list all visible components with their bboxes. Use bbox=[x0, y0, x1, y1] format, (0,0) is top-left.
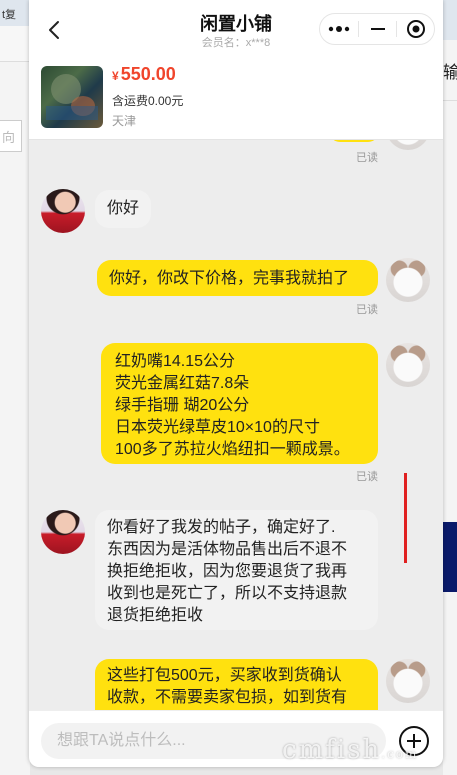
red-annotation-mark bbox=[404, 473, 407, 563]
message-bubble-partial bbox=[329, 140, 379, 142]
mini-program-window: 闲置小铺 会员名：x***8 ¥550.00 含运费0.00元 天津 已读 你好… bbox=[29, 0, 443, 767]
message-list[interactable]: 已读 你好 你好，你改下价格，完事我就拍了 已读 红奶嘴14.15公分 荧光金属… bbox=[29, 140, 443, 710]
message-line: 红奶嘴14.15公分 bbox=[115, 353, 236, 370]
background-right-tab bbox=[443, 0, 457, 40]
avatar[interactable] bbox=[41, 510, 85, 554]
product-price: ¥550.00 bbox=[112, 64, 176, 84]
message-bubble: 这些打包500元，买家收到货确认 收款，不需要卖家包损，如到货有 bbox=[95, 659, 378, 710]
message-bubble: 你好 bbox=[95, 190, 152, 228]
message-line: 换拒绝拒收，因为您要退货了我再 bbox=[107, 563, 348, 580]
background-right-window: 输 bbox=[443, 0, 457, 775]
close-target-icon bbox=[407, 20, 425, 38]
message-line: 这些打包500元，买家收到货确认 bbox=[107, 667, 342, 684]
watermark-logo: cmfish.com bbox=[282, 735, 419, 765]
capsule-menu bbox=[319, 13, 435, 45]
message-bubble: 红奶嘴14.15公分 荧光金属红菇7.8朵 绿手指珊 瑚20公分 日本荧光绿草皮… bbox=[101, 343, 378, 464]
close-button[interactable] bbox=[397, 14, 435, 44]
message-line: 退货拒绝拒收 bbox=[107, 607, 204, 624]
background-toolbar bbox=[0, 26, 30, 62]
shipping-info: 含运费0.00元 bbox=[112, 94, 184, 108]
message-line: 日本荧光绿草皮10×10的尺寸 bbox=[115, 419, 320, 436]
message-line: 荧光金属红菇7.8朵 bbox=[115, 375, 250, 392]
chat-header: 闲置小铺 会员名：x***8 ¥550.00 含运费0.00元 天津 bbox=[29, 0, 443, 140]
read-status: 已读 bbox=[356, 304, 378, 316]
minimize-button[interactable] bbox=[359, 14, 397, 44]
message-bubble: 你看好了我发的帖子，确定好了. 东西因为是活体物品售出后不退不 换拒绝拒收，因为… bbox=[95, 510, 378, 630]
more-button[interactable] bbox=[320, 14, 358, 44]
read-status: 已读 bbox=[356, 471, 378, 483]
message-line: 收款，不需要卖家包损，如到货有 bbox=[107, 689, 348, 706]
background-blue-panel bbox=[443, 522, 457, 592]
message-line: 绿手指珊 瑚20公分 bbox=[115, 397, 250, 414]
avatar[interactable] bbox=[386, 140, 430, 150]
avatar[interactable] bbox=[386, 343, 430, 387]
background-left-window: t复 向 bbox=[0, 0, 30, 775]
product-location: 天津 bbox=[112, 114, 137, 128]
product-thumbnail[interactable] bbox=[41, 66, 103, 128]
message-line: 100多了苏拉火焰纽扣一颗成景。 bbox=[115, 441, 350, 458]
minimize-icon bbox=[371, 28, 385, 30]
message-line: 东西因为是活体物品售出后不退不 bbox=[107, 541, 348, 558]
message-line: 收到也是死亡了，所以不支持退款 bbox=[107, 585, 348, 602]
message-line: 你看好了我发的帖子，确定好了. bbox=[107, 519, 336, 536]
avatar[interactable] bbox=[386, 258, 430, 302]
background-tab: t复 bbox=[0, 0, 30, 26]
more-dots-icon bbox=[328, 26, 350, 32]
background-right-text: 输 bbox=[443, 63, 457, 82]
background-input-box: 向 bbox=[0, 120, 22, 152]
avatar[interactable] bbox=[41, 189, 85, 233]
message-bubble: 你好，你改下价格，完事我就拍了 bbox=[97, 260, 378, 296]
avatar[interactable] bbox=[386, 659, 430, 703]
background-divider bbox=[443, 100, 457, 101]
read-status: 已读 bbox=[356, 152, 378, 164]
